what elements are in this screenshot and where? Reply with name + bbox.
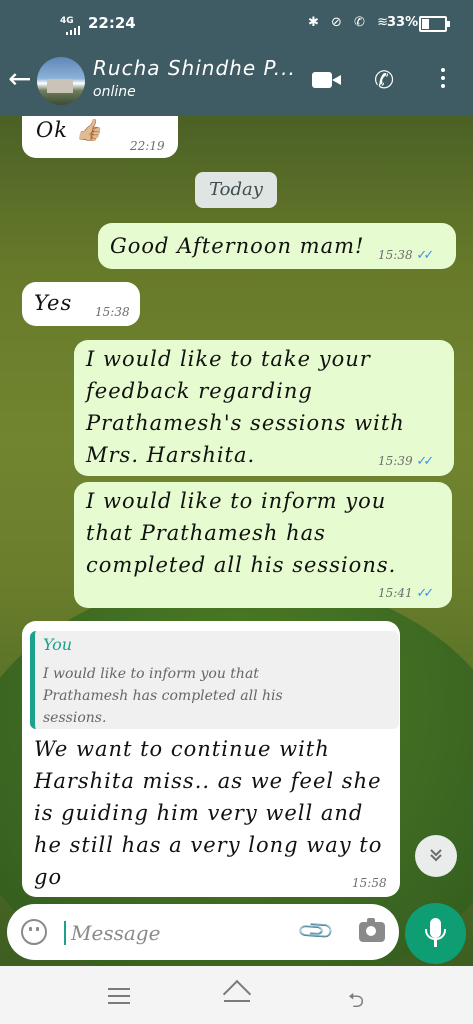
paperclip-icon[interactable]: 📎	[295, 911, 336, 952]
message-input[interactable]	[69, 916, 293, 950]
emoji-icon[interactable]	[21, 919, 47, 945]
double-chevron-down-icon[interactable]	[415, 835, 457, 877]
quoted-message[interactable]: You I would like to inform you that Prat…	[30, 631, 399, 729]
message-text: I would like to inform you that Prathame…	[86, 489, 397, 577]
status-bar: 4G 22:24 ✱ ⊘ ✆ ≋ 33%	[0, 0, 473, 46]
contact-status: online	[93, 84, 136, 100]
signal-icon	[66, 26, 80, 35]
more-vert-icon[interactable]	[441, 68, 445, 92]
message-time: 15:38	[95, 305, 130, 319]
date-divider: Today	[195, 172, 277, 208]
message-time: 15:58	[352, 876, 387, 890]
message-time: 15:39	[378, 454, 413, 468]
message-text: Good Afternoon mam!	[110, 234, 365, 258]
text-cursor	[64, 921, 66, 945]
chat-header: ← Rucha Shindhe P... online ✆	[0, 46, 473, 116]
composer: 📎	[7, 904, 399, 960]
network-type: 4G	[60, 16, 74, 26]
message-text: We want to continue with Harshita miss..…	[34, 737, 383, 889]
quoted-text: I would like to inform you that Prathame…	[43, 666, 283, 726]
back-icon[interactable]: ⮌	[348, 986, 364, 1020]
system-nav-bar: ⮌	[0, 966, 473, 1024]
read-ticks-icon: ✓✓	[416, 586, 434, 601]
message-outgoing[interactable]: I would like to inform you that Prathame…	[74, 482, 452, 608]
message-incoming[interactable]: Yes 15:38	[22, 282, 140, 326]
contact-name[interactable]: Rucha Shindhe P...	[93, 56, 293, 80]
status-icons: ✱ ⊘ ✆ ≋	[308, 15, 392, 30]
phone-icon[interactable]: ✆	[374, 66, 394, 94]
battery-percent: 33%	[387, 15, 419, 30]
message-outgoing[interactable]: Good Afternoon mam! 15:38 ✓✓	[98, 223, 456, 269]
chat-area[interactable]: Ok 👍🏼 22:19 Today Good Afternoon mam! 15…	[0, 116, 473, 966]
message-outgoing[interactable]: I would like to take your feedback regar…	[74, 340, 454, 476]
read-ticks-icon: ✓✓	[416, 454, 434, 469]
message-text: Yes	[34, 291, 73, 315]
camera-icon[interactable]	[359, 918, 385, 942]
avatar[interactable]	[37, 57, 85, 105]
video-call-icon[interactable]	[312, 72, 341, 88]
microphone-icon[interactable]	[405, 903, 466, 964]
message-incoming-reply[interactable]: You I would like to inform you that Prat…	[22, 621, 400, 897]
arrow-left-icon[interactable]: ←	[8, 64, 31, 94]
message-text: I would like to take your feedback regar…	[86, 347, 405, 467]
message-time: 15:38	[378, 248, 413, 262]
message-time: 22:19	[130, 139, 165, 153]
message-time: 15:41	[378, 586, 413, 600]
menu-icon[interactable]	[108, 988, 130, 1009]
battery-icon	[419, 16, 450, 32]
message-incoming[interactable]: Ok 👍🏼 22:19	[22, 116, 178, 158]
clock: 22:24	[88, 14, 136, 32]
read-ticks-icon: ✓✓	[416, 248, 434, 263]
quoted-author: You	[43, 635, 73, 654]
message-text: Ok 👍🏼	[36, 118, 103, 142]
home-icon[interactable]	[224, 983, 250, 1005]
